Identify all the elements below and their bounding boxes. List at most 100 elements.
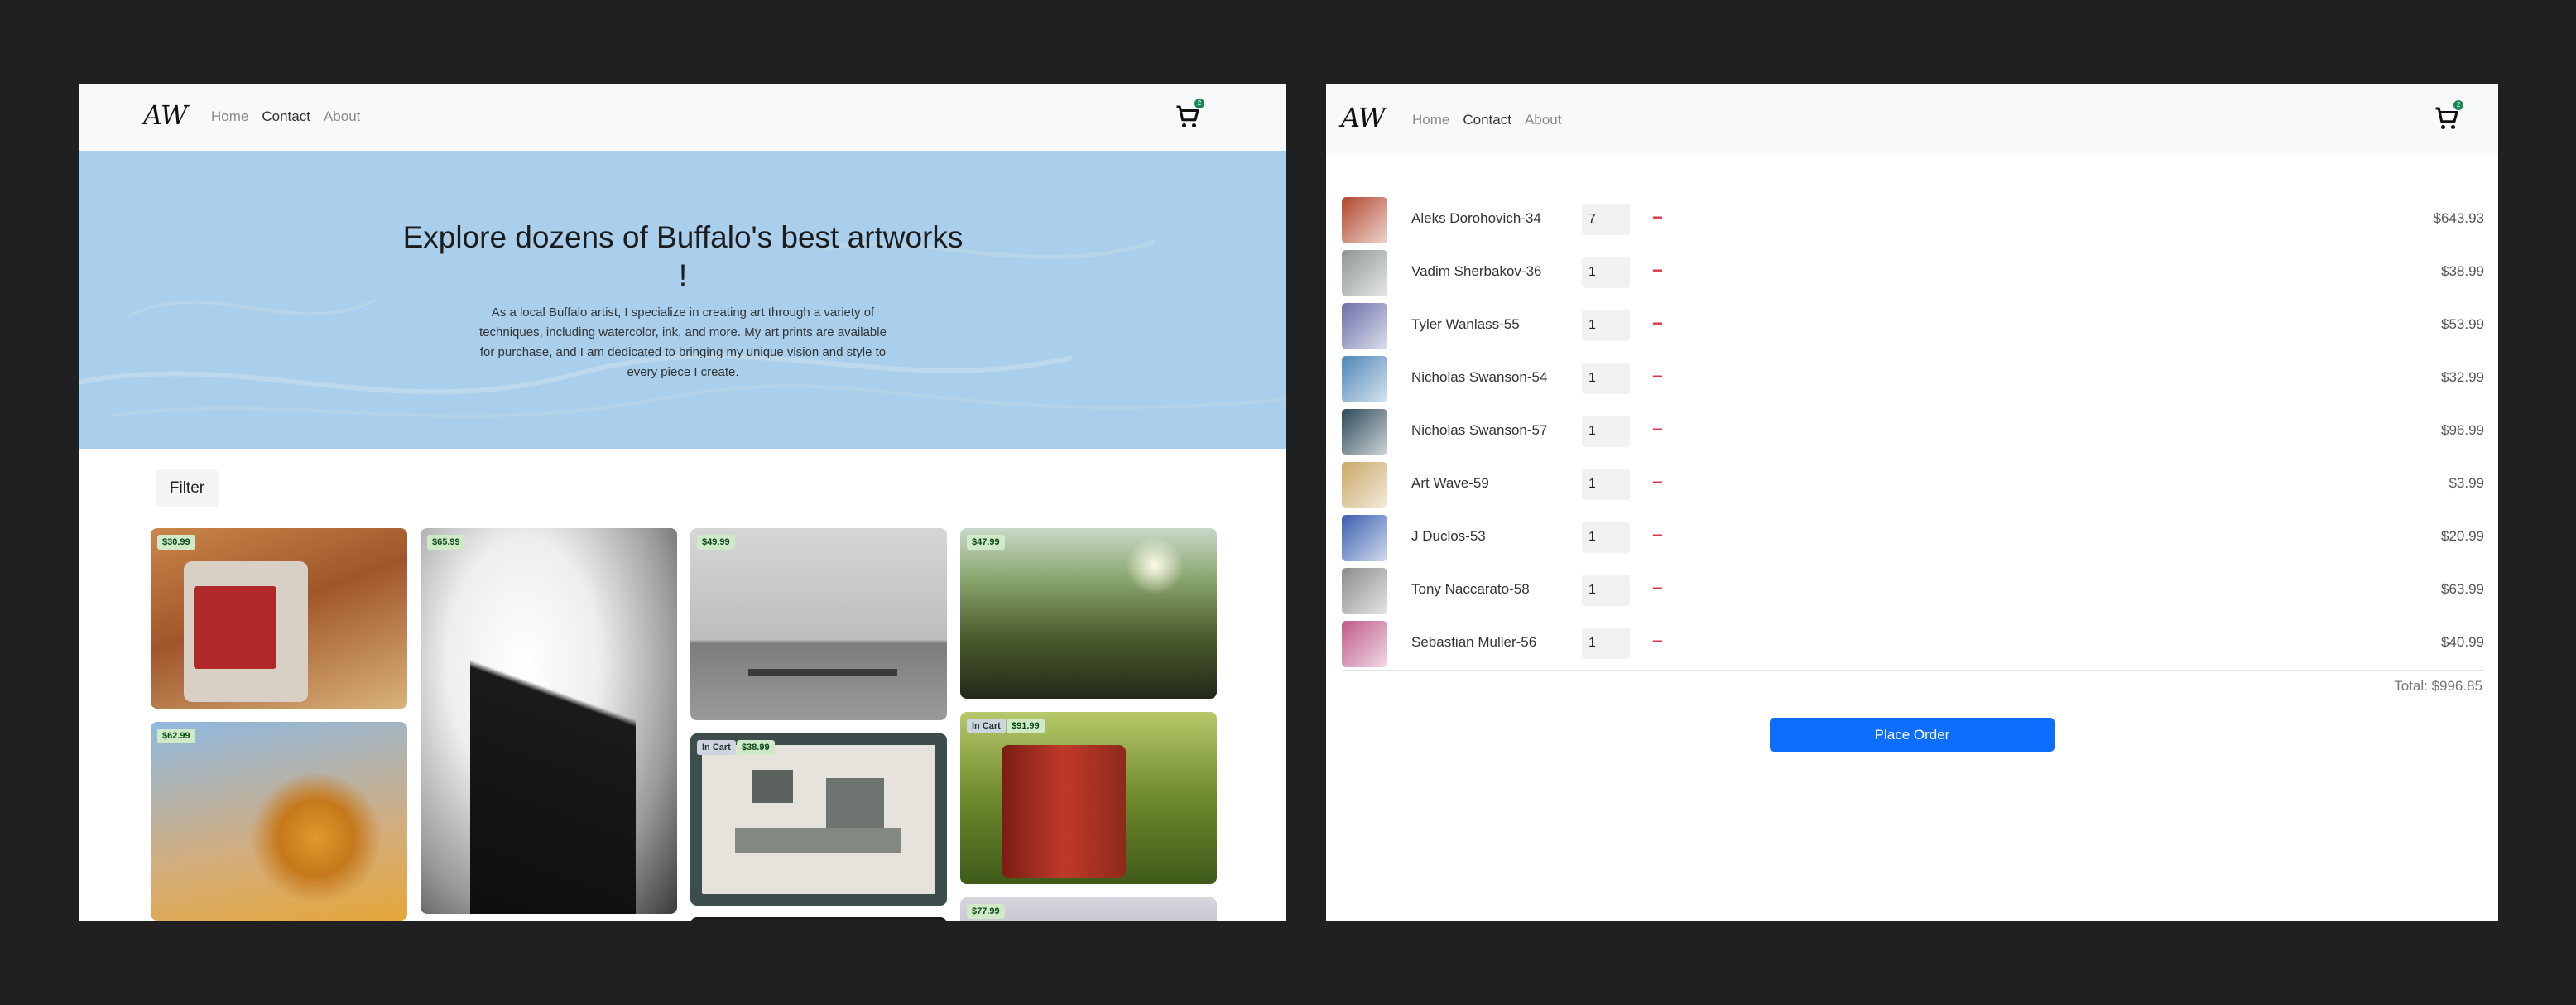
hero-title: Explore dozens of Buffalo's best artwork… bbox=[402, 220, 964, 292]
quantity-input[interactable] bbox=[1582, 628, 1630, 659]
filter-button[interactable]: Filter bbox=[156, 469, 219, 507]
artwork-card[interactable]: $30.99 bbox=[151, 528, 407, 709]
order-total: Total: $996.85 bbox=[2394, 678, 2482, 694]
quantity-input[interactable] bbox=[1582, 363, 1630, 394]
artwork-image bbox=[748, 669, 897, 676]
in-cart-badge: In Cart bbox=[967, 719, 1006, 733]
nav-about-link[interactable]: About bbox=[1525, 112, 1561, 128]
nav-links: Home Contact About bbox=[211, 108, 360, 125]
cart-item-name: Vadim Sherbakov-36 bbox=[1411, 263, 1542, 279]
hero-texture bbox=[79, 239, 1286, 418]
artwork-card[interactable]: In Cart $38.99 bbox=[690, 733, 947, 906]
cart-item-price: $38.99 bbox=[2441, 263, 2484, 279]
quantity-input[interactable] bbox=[1582, 310, 1630, 341]
artwork-card[interactable]: $77.99 bbox=[960, 897, 1217, 921]
nav-contact-link[interactable]: Contact bbox=[1463, 112, 1511, 128]
nav-home-link[interactable]: Home bbox=[1412, 112, 1449, 128]
price-badge: $38.99 bbox=[737, 740, 775, 755]
cart-item-price: $20.99 bbox=[2441, 528, 2484, 544]
cart-item-price: $643.93 bbox=[2433, 210, 2484, 226]
cart-item-row: Tony Naccarato-58 − $63.99 bbox=[1342, 568, 2484, 614]
price-badge: $49.99 bbox=[697, 535, 735, 550]
cart-item-name: Nicholas Swanson-57 bbox=[1411, 422, 1548, 438]
cart-item-price: $53.99 bbox=[2441, 316, 2484, 332]
artwork-card[interactable]: $49.99 bbox=[690, 528, 947, 720]
artwork-image bbox=[470, 611, 636, 914]
nav-links: Home Contact About bbox=[1412, 112, 1561, 128]
quantity-input[interactable] bbox=[1582, 257, 1630, 288]
cart-item-price: $3.99 bbox=[2449, 475, 2484, 491]
cart-item-price: $40.99 bbox=[2441, 634, 2484, 650]
cart-button[interactable]: 2 bbox=[2432, 100, 2463, 133]
cart-item-price: $63.99 bbox=[2441, 581, 2484, 597]
quantity-input[interactable] bbox=[1582, 204, 1630, 235]
artwork-card[interactable] bbox=[690, 917, 947, 921]
quantity-input[interactable] bbox=[1582, 522, 1630, 553]
remove-item-button[interactable]: − bbox=[1652, 632, 1663, 651]
cart-item-thumbnail[interactable] bbox=[1342, 462, 1387, 508]
cart-item-name: Tony Naccarato-58 bbox=[1411, 581, 1530, 597]
artwork-image bbox=[1002, 745, 1126, 878]
hero-description: As a local Buffalo artist, I specialize … bbox=[479, 305, 887, 379]
remove-item-button[interactable]: − bbox=[1652, 315, 1663, 333]
cart-page: AW Home Contact About 2 Aleks Dorohovich… bbox=[1326, 84, 2498, 921]
cart-item-thumbnail[interactable] bbox=[1342, 621, 1387, 667]
cart-item-row: Sebastian Muller-56 − $40.99 bbox=[1342, 621, 2484, 667]
cart-count-badge: 2 bbox=[1194, 99, 1204, 108]
cart-item-price: $32.99 bbox=[2441, 369, 2484, 385]
divider bbox=[1342, 670, 2484, 671]
price-badge: $47.99 bbox=[967, 535, 1005, 550]
cart-item-thumbnail[interactable] bbox=[1342, 356, 1387, 402]
brand-logo[interactable]: AW bbox=[1341, 102, 1386, 133]
remove-item-button[interactable]: − bbox=[1652, 579, 1663, 598]
quantity-input[interactable] bbox=[1582, 469, 1630, 500]
remove-item-button[interactable]: − bbox=[1652, 474, 1663, 492]
artwork-image bbox=[184, 561, 308, 702]
remove-item-button[interactable]: − bbox=[1652, 368, 1663, 386]
cart-item-thumbnail[interactable] bbox=[1342, 197, 1387, 243]
navbar: AW Home Contact About 2 bbox=[1326, 84, 2498, 155]
cart-item-row: J Duclos-53 − $20.99 bbox=[1342, 515, 2484, 561]
cart-item-name: J Duclos-53 bbox=[1411, 528, 1486, 544]
nav-contact-link[interactable]: Contact bbox=[262, 108, 310, 125]
artwork-card[interactable]: $62.99 bbox=[151, 722, 407, 921]
cart-count-badge: 2 bbox=[2453, 100, 2463, 110]
cart-item-thumbnail[interactable] bbox=[1342, 515, 1387, 561]
place-order-button[interactable]: Place Order bbox=[1770, 718, 2055, 752]
gallery-page: AW Home Contact About 2 Explore dozens o… bbox=[79, 84, 1286, 921]
cart-button[interactable]: 2 bbox=[1173, 99, 1204, 132]
remove-item-button[interactable]: − bbox=[1652, 421, 1663, 439]
in-cart-badge: In Cart bbox=[697, 740, 736, 755]
nav-home-link[interactable]: Home bbox=[211, 108, 248, 125]
cart-item-row: Vadim Sherbakov-36 − $38.99 bbox=[1342, 250, 2484, 296]
remove-item-button[interactable]: − bbox=[1652, 262, 1663, 280]
price-badge: $91.99 bbox=[1007, 719, 1045, 733]
price-badge: $62.99 bbox=[157, 729, 195, 743]
nav-about-link[interactable]: About bbox=[324, 108, 360, 125]
cart-item-name: Sebastian Muller-56 bbox=[1411, 634, 1537, 650]
cart-item-row: Aleks Dorohovich-34 − $643.93 bbox=[1342, 197, 2484, 243]
price-badge: $65.99 bbox=[427, 535, 465, 550]
price-badge: $30.99 bbox=[157, 535, 195, 550]
cart-item-thumbnail[interactable] bbox=[1342, 250, 1387, 296]
price-badge: $77.99 bbox=[967, 904, 1005, 919]
artwork-card[interactable]: $65.99 bbox=[421, 528, 677, 914]
cart-item-name: Art Wave-59 bbox=[1411, 475, 1489, 491]
artwork-image bbox=[702, 745, 935, 894]
cart-item-row: Tyler Wanlass-55 − $53.99 bbox=[1342, 303, 2484, 349]
cart-item-thumbnail[interactable] bbox=[1342, 303, 1387, 349]
artwork-card[interactable]: In Cart $91.99 bbox=[960, 712, 1217, 884]
cart-item-thumbnail[interactable] bbox=[1342, 568, 1387, 614]
hero-banner: Explore dozens of Buffalo's best artwork… bbox=[79, 151, 1286, 449]
brand-logo[interactable]: AW bbox=[143, 99, 188, 131]
remove-item-button[interactable]: − bbox=[1652, 527, 1663, 545]
cart-item-row: Art Wave-59 − $3.99 bbox=[1342, 462, 2484, 508]
cart-item-row: Nicholas Swanson-54 − $32.99 bbox=[1342, 356, 2484, 402]
navbar: AW Home Contact About 2 bbox=[79, 84, 1286, 151]
artwork-card[interactable]: $47.99 bbox=[960, 528, 1217, 699]
quantity-input[interactable] bbox=[1582, 575, 1630, 606]
cart-item-thumbnail[interactable] bbox=[1342, 409, 1387, 455]
cart-item-name: Nicholas Swanson-54 bbox=[1411, 369, 1548, 385]
remove-item-button[interactable]: − bbox=[1652, 209, 1663, 227]
quantity-input[interactable] bbox=[1582, 416, 1630, 447]
